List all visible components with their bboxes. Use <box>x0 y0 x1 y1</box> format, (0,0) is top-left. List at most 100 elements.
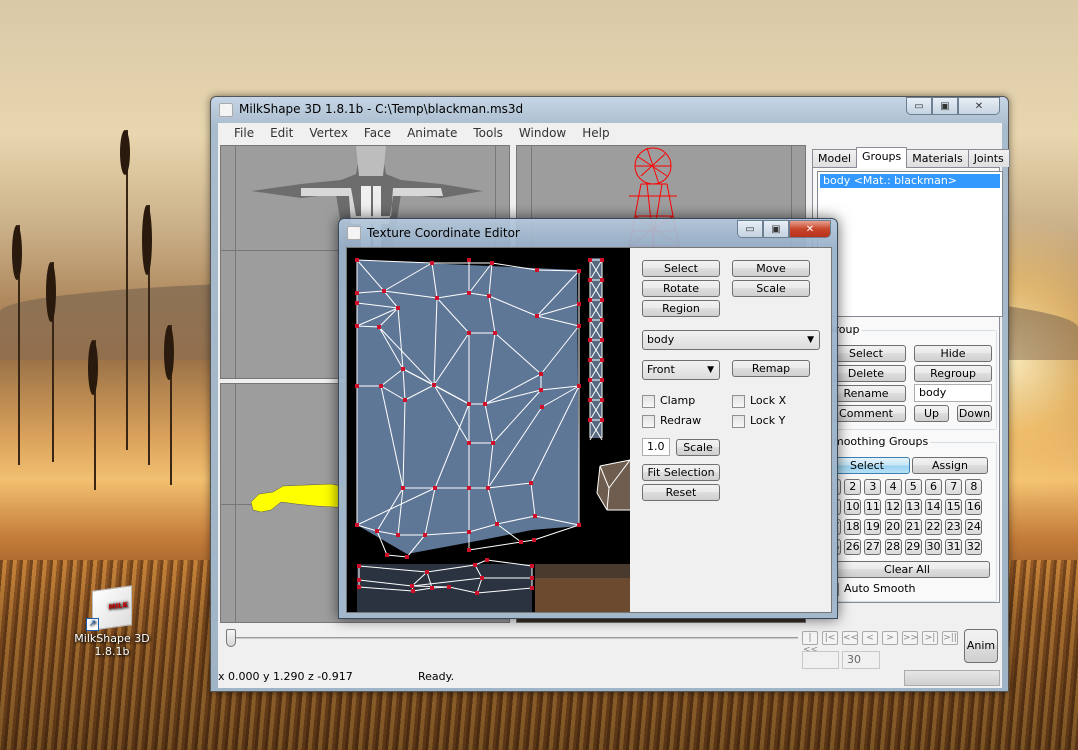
close-button[interactable]: ✕ <box>958 97 1000 115</box>
menu-tools[interactable]: Tools <box>465 126 511 140</box>
minimize-button[interactable]: ▭ <box>906 97 932 115</box>
smoothing-group-27-button[interactable]: 27 <box>864 539 882 555</box>
tce-region-button[interactable]: Region <box>642 300 720 317</box>
group-hide-button[interactable]: Hide <box>914 345 992 362</box>
tce-titlebar[interactable]: Texture Coordinate Editor ▭ ▣ ✕ <box>339 219 837 247</box>
menu-edit[interactable]: Edit <box>262 126 301 140</box>
smoothing-group-2-button[interactable]: 2 <box>844 479 862 495</box>
smoothing-group-16-button[interactable]: 16 <box>965 499 983 515</box>
smoothing-group-31-button[interactable]: 31 <box>945 539 963 555</box>
smoothing-group-6-button[interactable]: 6 <box>925 479 942 495</box>
uv-vertex <box>600 398 604 402</box>
first-frame-button[interactable]: |<< <box>802 631 818 655</box>
tce-scale-tool-button[interactable]: Scale <box>732 280 810 297</box>
lock-x-checkbox[interactable] <box>732 395 745 408</box>
anim-mode-button[interactable]: Anim <box>964 629 998 663</box>
main-titlebar[interactable]: MilkShape 3D 1.8.1b - C:\Temp\blackman.m… <box>211 97 1008 123</box>
smoothing-group-15-button[interactable]: 15 <box>945 499 963 515</box>
smoothing-group-10-button[interactable]: 10 <box>844 499 862 515</box>
smoothing-group-29-button[interactable]: 29 <box>904 539 922 555</box>
smoothing-group-22-button[interactable]: 22 <box>925 519 942 535</box>
fit-selection-button[interactable]: Fit Selection <box>642 464 720 481</box>
smoothing-group-32-button[interactable]: 32 <box>965 539 983 555</box>
desktop-icon-label-line1: MilkShape 3D <box>74 632 150 645</box>
smoothing-clear-all-button[interactable]: Clear All <box>824 561 990 578</box>
smoothing-group-26-button[interactable]: 26 <box>844 539 862 555</box>
smoothing-group-13-button[interactable]: 13 <box>904 499 922 515</box>
tce-remap-button[interactable]: Remap <box>732 360 810 377</box>
smoothing-group-18-button[interactable]: 18 <box>844 519 862 535</box>
uv-vertex <box>357 585 361 589</box>
menu-animate[interactable]: Animate <box>399 126 465 140</box>
frame-slider-track[interactable] <box>228 637 798 639</box>
prev-frame-button[interactable]: < <box>862 631 878 645</box>
smoothing-group-11-button[interactable]: 11 <box>864 499 882 515</box>
group-name-input[interactable]: body <box>914 384 992 402</box>
tce-scale-apply-button[interactable]: Scale <box>676 439 720 456</box>
group-list[interactable]: body <Mat.: blackman> <box>817 171 1003 317</box>
tab-joints[interactable]: Joints <box>967 149 1010 167</box>
smoothing-group-8-button[interactable]: 8 <box>965 479 983 495</box>
menu-help[interactable]: Help <box>574 126 617 140</box>
group-regroup-button[interactable]: Regroup <box>914 365 992 382</box>
smoothing-assign-button[interactable]: Assign <box>912 457 988 474</box>
tce-projection-dropdown[interactable]: Front ▼ <box>642 360 720 380</box>
group-comment-button[interactable]: Comment <box>826 405 906 422</box>
next-key-button[interactable]: >| <box>922 631 938 645</box>
tab-model[interactable]: Model <box>812 149 858 167</box>
smoothing-group-30-button[interactable]: 30 <box>925 539 942 555</box>
smoothing-group-23-button[interactable]: 23 <box>945 519 963 535</box>
smoothing-groups-label: Smoothing Groups <box>824 435 931 448</box>
tce-close-button[interactable]: ✕ <box>789 220 831 238</box>
tce-minimize-button[interactable]: ▭ <box>737 220 763 238</box>
desktop-shortcut-milkshape[interactable]: MILK ↗ MilkShape 3D 1.8.1b <box>72 585 152 658</box>
tce-rotate-button[interactable]: Rotate <box>642 280 720 297</box>
tce-group-dropdown[interactable]: body ▼ <box>642 330 820 350</box>
tce-select-button[interactable]: Select <box>642 260 720 277</box>
clamp-checkbox[interactable] <box>642 395 655 408</box>
group-down-button[interactable]: Down <box>957 405 992 422</box>
menu-file[interactable]: File <box>226 126 262 140</box>
uv-vertex <box>533 514 537 518</box>
tce-controls-panel: Select Move Rotate Scale Region body ▼ F… <box>630 248 832 612</box>
status-coordinates: x 0.000 y 1.290 z -0.917 <box>218 670 353 683</box>
group-select-button[interactable]: Select <box>826 345 906 362</box>
tce-reset-button[interactable]: Reset <box>642 484 720 501</box>
group-delete-button[interactable]: Delete <box>826 365 906 382</box>
group-rename-button[interactable]: Rename <box>826 385 906 402</box>
frame-slider-thumb[interactable] <box>226 629 236 647</box>
redraw-checkbox[interactable] <box>642 415 655 428</box>
chevron-down-icon: ▼ <box>807 335 814 345</box>
rewind-button[interactable]: << <box>842 631 858 645</box>
smoothing-group-4-button[interactable]: 4 <box>884 479 902 495</box>
uv-map-view[interactable] <box>347 248 630 612</box>
group-list-item-body[interactable]: body <Mat.: blackman> <box>820 174 1000 188</box>
fast-forward-button[interactable]: >> <box>902 631 918 645</box>
next-frame-button[interactable]: > <box>882 631 898 645</box>
lock-y-checkbox[interactable] <box>732 415 745 428</box>
menu-vertex[interactable]: Vertex <box>301 126 356 140</box>
smoothing-group-24-button[interactable]: 24 <box>965 519 983 535</box>
smoothing-group-21-button[interactable]: 21 <box>904 519 922 535</box>
smoothing-group-14-button[interactable]: 14 <box>925 499 942 515</box>
maximize-button[interactable]: ▣ <box>932 97 958 115</box>
smoothing-group-5-button[interactable]: 5 <box>904 479 922 495</box>
smoothing-group-20-button[interactable]: 20 <box>884 519 902 535</box>
tce-scale-value-input[interactable]: 1.0 <box>642 438 670 456</box>
tab-groups[interactable]: Groups <box>856 147 908 168</box>
tce-maximize-button[interactable]: ▣ <box>763 220 789 238</box>
smoothing-group-3-button[interactable]: 3 <box>864 479 882 495</box>
tce-move-button[interactable]: Move <box>732 260 810 277</box>
prev-key-button[interactable]: |< <box>822 631 838 645</box>
last-frame-button[interactable]: >|| <box>942 631 958 645</box>
smoothing-group-28-button[interactable]: 28 <box>884 539 902 555</box>
group-up-button[interactable]: Up <box>914 405 949 422</box>
menu-window[interactable]: Window <box>511 126 574 140</box>
tab-materials[interactable]: Materials <box>906 149 969 167</box>
menu-face[interactable]: Face <box>356 126 399 140</box>
uv-vertex <box>467 402 471 406</box>
smoothing-group-7-button[interactable]: 7 <box>945 479 963 495</box>
smoothing-group-19-button[interactable]: 19 <box>864 519 882 535</box>
smoothing-group-12-button[interactable]: 12 <box>884 499 902 515</box>
desktop-reed <box>164 325 174 380</box>
